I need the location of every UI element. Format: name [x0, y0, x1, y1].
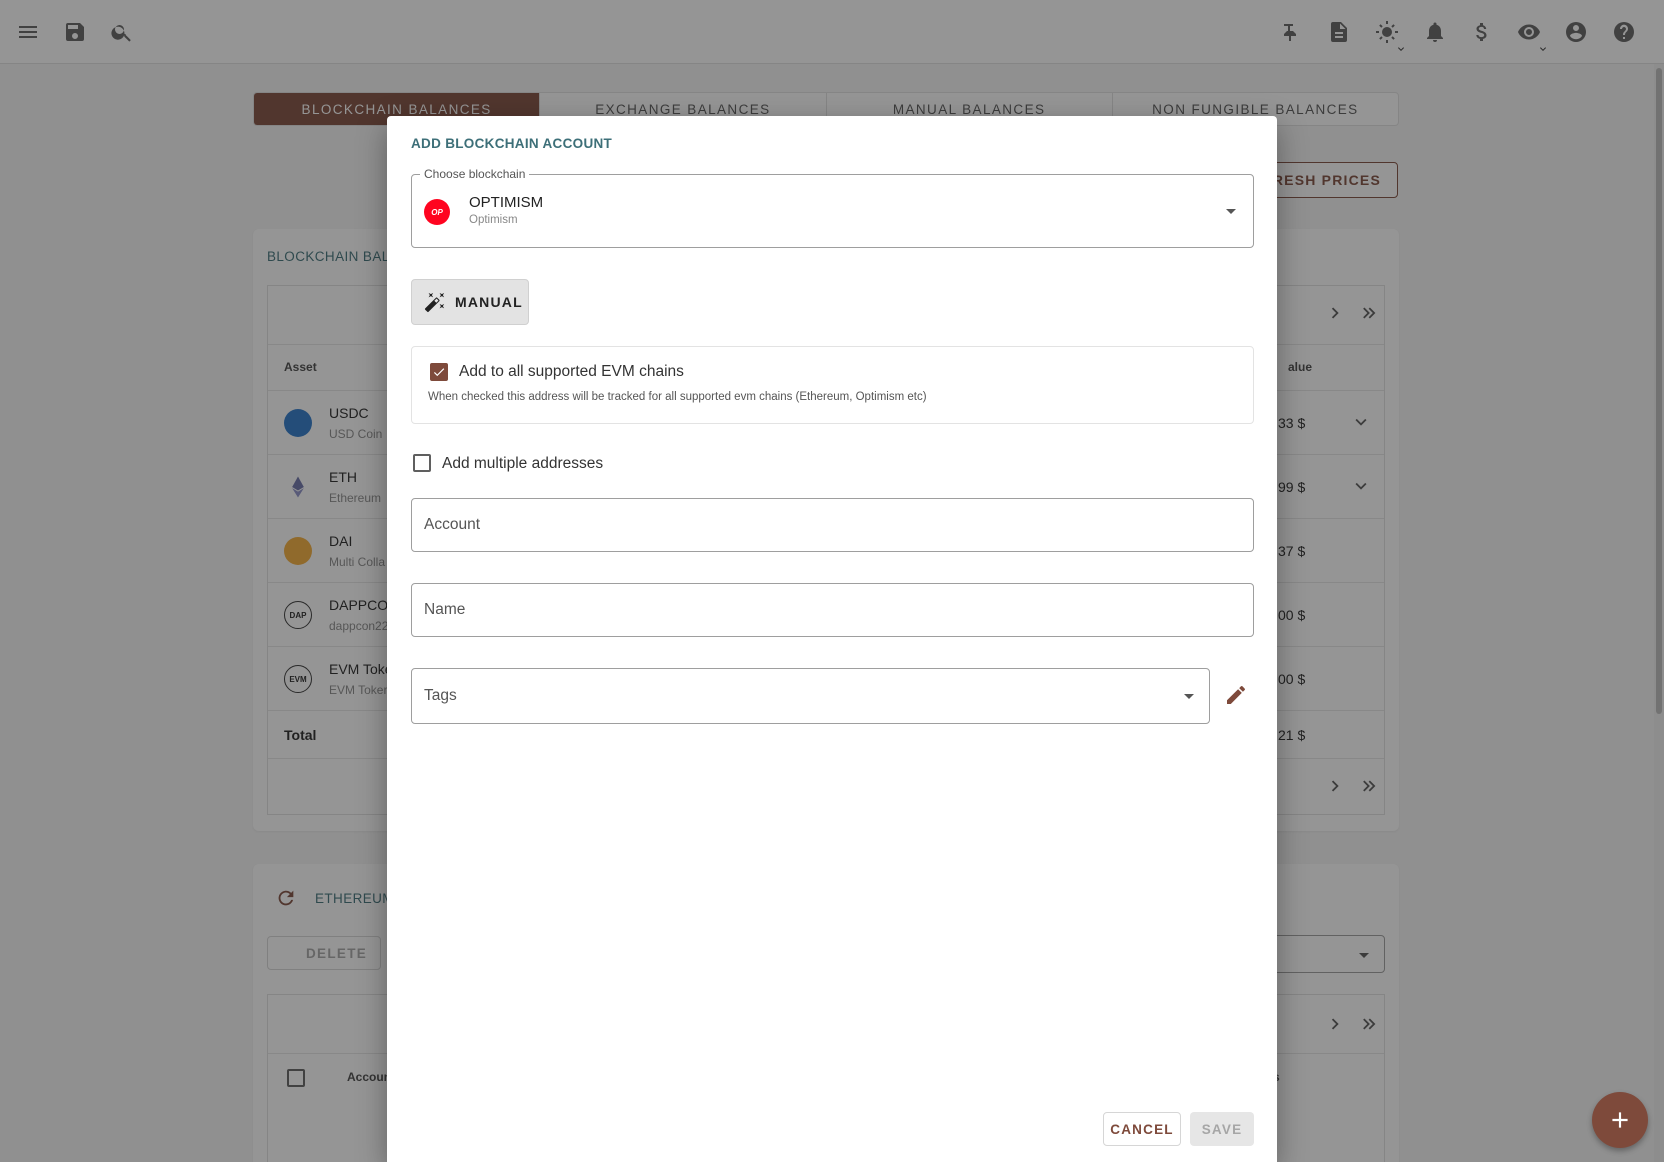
- multiple-addresses-checkbox[interactable]: [413, 454, 431, 472]
- evm-chains-checkbox[interactable]: [430, 363, 448, 381]
- name-field[interactable]: [411, 583, 1254, 637]
- account-field[interactable]: [411, 498, 1254, 552]
- manual-input-button[interactable]: MANUAL: [411, 279, 529, 325]
- add-blockchain-account-dialog: ADD BLOCKCHAIN ACCOUNT Choose blockchain…: [387, 116, 1277, 1162]
- magic-wand-icon: [424, 292, 445, 313]
- app-root: BLOCKCHAIN BALANCES EXCHANGE BALANCES MA…: [0, 0, 1664, 1162]
- name-input[interactable]: [412, 584, 1253, 636]
- evm-chains-option: Add to all supported EVM chains When che…: [411, 346, 1254, 424]
- account-input[interactable]: [412, 499, 1253, 551]
- blockchain-select[interactable]: Choose blockchain OP OPTIMISM Optimism: [411, 167, 1254, 248]
- cancel-button[interactable]: CANCEL: [1103, 1112, 1181, 1146]
- edit-tags-pencil-icon[interactable]: [1224, 683, 1248, 707]
- arrow-drop-down-icon[interactable]: [1177, 684, 1201, 708]
- selected-chain-sub: Optimism: [469, 214, 518, 226]
- blockchain-select-label: Choose blockchain: [420, 167, 530, 181]
- tags-field[interactable]: [411, 668, 1210, 724]
- evm-chains-label[interactable]: Add to all supported EVM chains: [459, 363, 684, 381]
- selected-chain-name: OPTIMISM: [469, 194, 544, 211]
- dialog-title: ADD BLOCKCHAIN ACCOUNT: [411, 136, 613, 151]
- manual-label: MANUAL: [455, 294, 523, 310]
- tags-input[interactable]: [412, 669, 1209, 723]
- multiple-addresses-label[interactable]: Add multiple addresses: [442, 455, 603, 473]
- optimism-icon: OP: [424, 199, 450, 225]
- save-button[interactable]: SAVE: [1190, 1112, 1254, 1146]
- check-icon: [433, 368, 445, 377]
- plus-icon: [1612, 1112, 1628, 1128]
- arrow-drop-down-icon[interactable]: [1219, 199, 1243, 223]
- add-fab-button[interactable]: [1592, 1092, 1648, 1148]
- evm-chains-help: When checked this address will be tracke…: [428, 391, 927, 403]
